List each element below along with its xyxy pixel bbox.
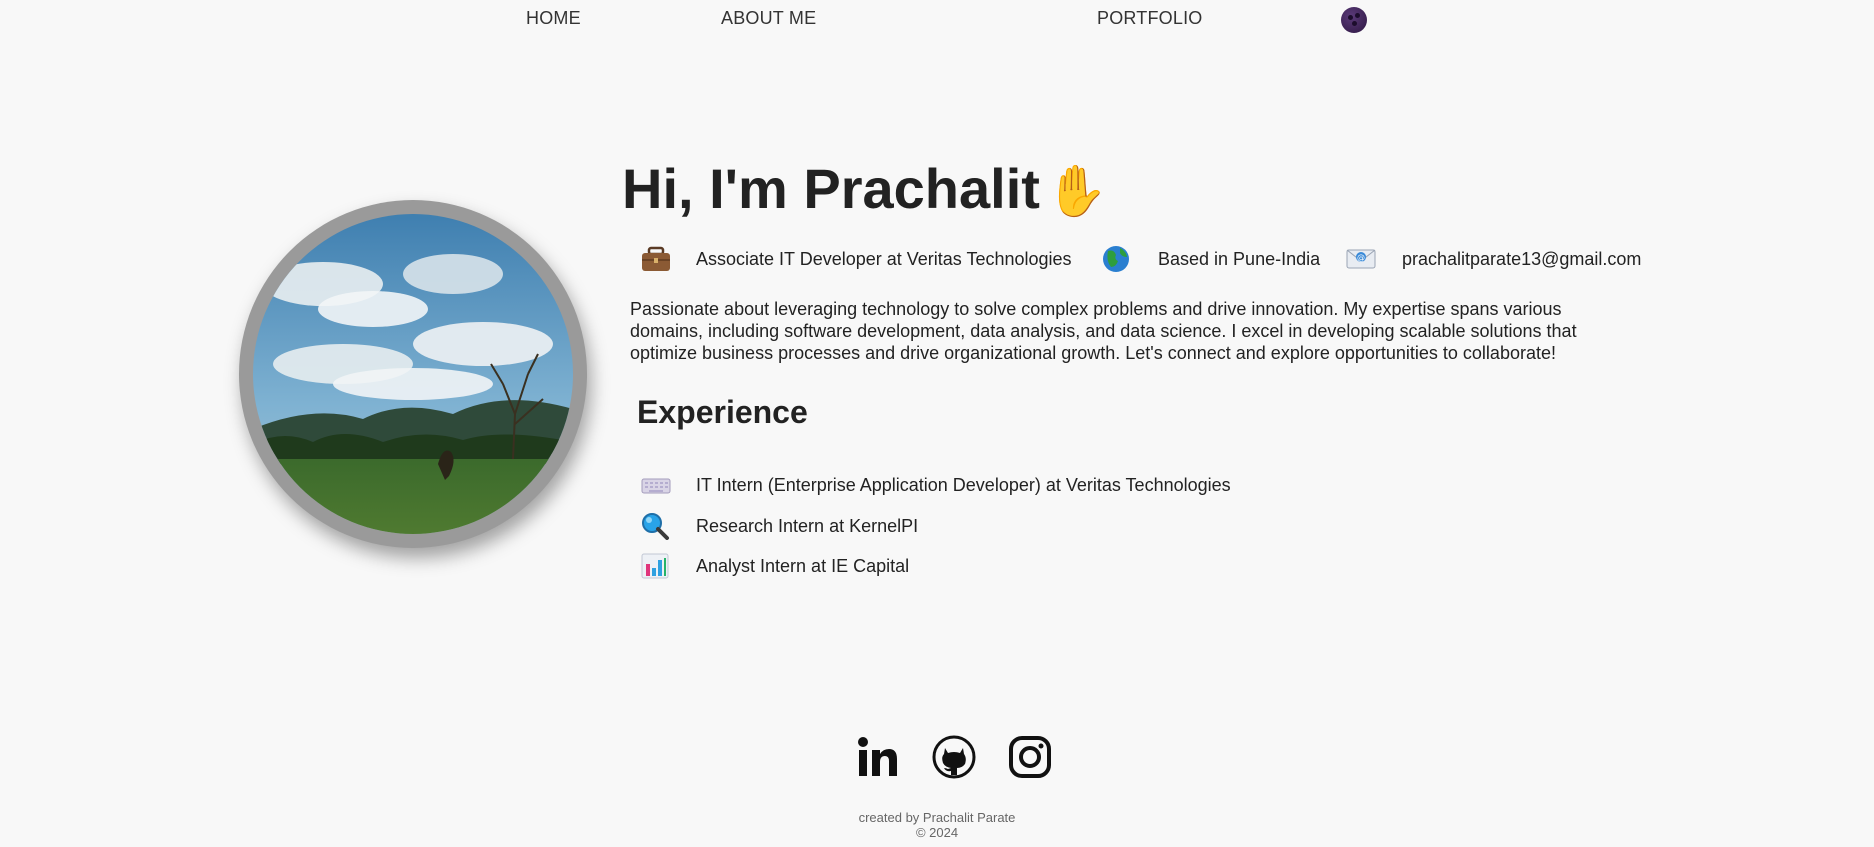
email-info: @ prachalitparate13@gmail.com xyxy=(1346,243,1641,275)
waving-hand-icon: ✋ xyxy=(1045,163,1109,219)
briefcase-icon xyxy=(640,245,672,273)
bio-paragraph: Passionate about leveraging technology t… xyxy=(630,299,1577,363)
footer: created by Prachalit Parate © 2024 xyxy=(0,810,1874,840)
footer-copyright: © 2024 xyxy=(915,825,959,840)
experience-heading: Experience xyxy=(637,394,808,430)
magnifier-icon xyxy=(640,512,672,540)
keyboard-icon xyxy=(640,471,672,499)
location-info: Based in Pune-India xyxy=(1102,243,1320,275)
envelope-icon: @ xyxy=(1346,245,1378,273)
experience-item: Research Intern at KernelPI xyxy=(640,511,918,541)
github-icon[interactable] xyxy=(931,734,977,780)
globe-icon xyxy=(1102,245,1134,273)
experience-item-label: Analyst Intern at IE Capital xyxy=(696,555,910,576)
nav-portfolio-link[interactable]: PORTFOLIO xyxy=(1097,8,1203,29)
svg-text:@: @ xyxy=(1357,253,1365,262)
footer-credit: created by Prachalit Parate xyxy=(858,810,1016,825)
theme-toggle-dot xyxy=(1348,15,1353,20)
email-link[interactable]: prachalitparate13@gmail.com xyxy=(1402,249,1641,270)
theme-toggle-dot xyxy=(1352,21,1357,26)
theme-toggle-dot xyxy=(1355,13,1360,18)
profile-photo xyxy=(253,214,573,534)
profile-photo-frame xyxy=(239,200,587,548)
theme-toggle-button[interactable] xyxy=(1341,7,1367,33)
linkedin-icon[interactable] xyxy=(855,734,901,780)
instagram-icon[interactable] xyxy=(1007,734,1053,780)
role-info: Associate IT Developer at Veritas Techno… xyxy=(640,243,1072,275)
top-nav: HOME ABOUT ME PORTFOLIO xyxy=(0,0,1874,40)
bar-chart-icon xyxy=(640,552,672,580)
social-links xyxy=(855,734,1053,780)
page-title: Hi, I'm Prachalit ✋ xyxy=(622,156,1108,221)
experience-item-label: IT Intern (Enterprise Application Develo… xyxy=(696,474,1231,495)
experience-item-label: Research Intern at KernelPI xyxy=(696,515,919,536)
role-text: Associate IT Developer at Veritas Techno… xyxy=(696,248,1072,269)
experience-item: Analyst Intern at IE Capital xyxy=(640,551,909,581)
experience-item: IT Intern (Enterprise Application Develo… xyxy=(640,470,1231,500)
nav-home-link[interactable]: HOME xyxy=(526,8,581,29)
location-text: Based in Pune-India xyxy=(1158,248,1321,269)
greeting-text: Hi, I'm Prachalit xyxy=(622,157,1040,220)
landscape-photo-image xyxy=(253,214,573,534)
nav-about-link[interactable]: ABOUT ME xyxy=(721,8,816,29)
